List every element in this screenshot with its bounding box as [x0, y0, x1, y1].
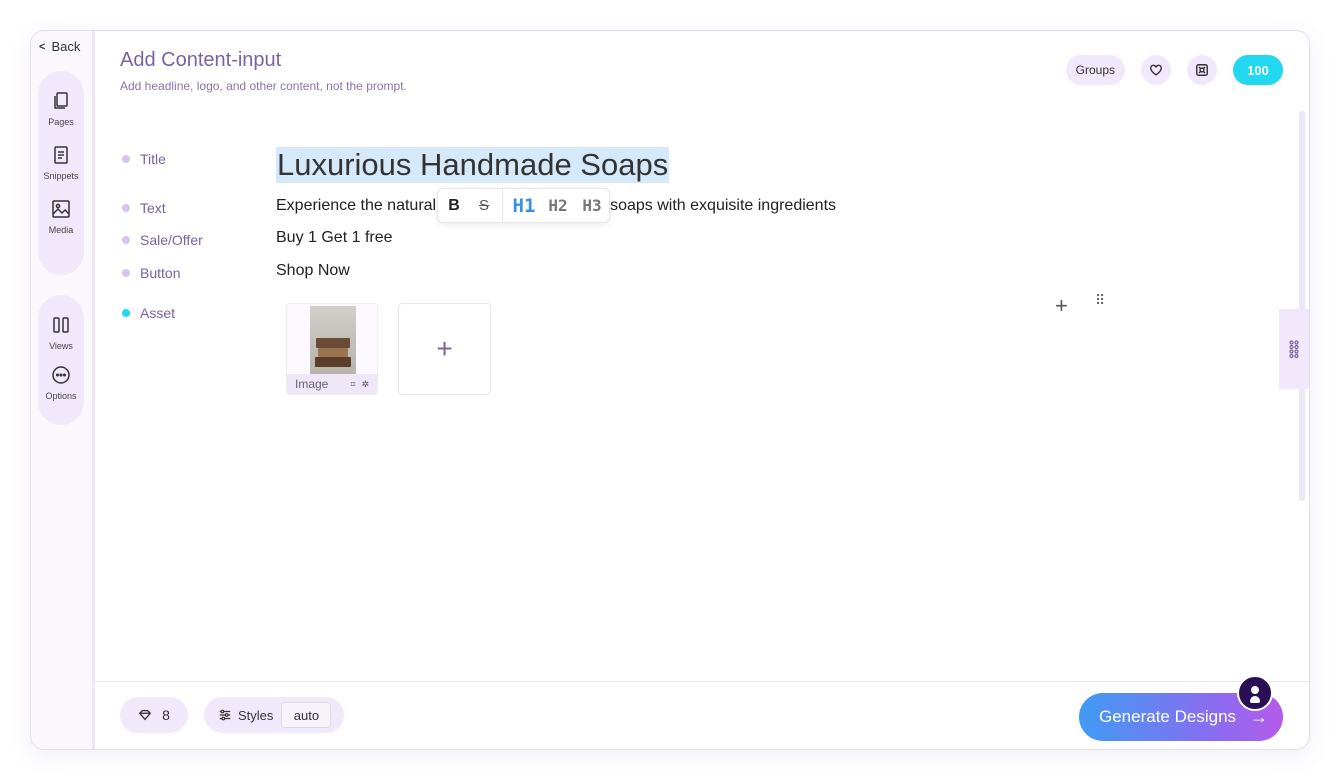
asset-footer: Image ⌗ ✲: [287, 374, 377, 394]
credits-badge[interactable]: 100: [1233, 55, 1283, 85]
options-icon: [52, 366, 70, 384]
soap-bar: [316, 338, 350, 348]
sidebar-item-label: Pages: [48, 117, 74, 127]
chevron-left-icon: <: [39, 40, 46, 53]
field-dot: [122, 236, 130, 244]
asset-image-card[interactable]: Image ⌗ ✲: [286, 303, 378, 395]
back-label: Back: [51, 39, 81, 54]
asset-type-label: Image: [295, 377, 329, 391]
heading-3-button[interactable]: H3: [575, 189, 609, 222]
page-title: Add Content-input: [120, 49, 282, 71]
bold-button[interactable]: B: [438, 189, 470, 222]
field-label-text: Sale/Offer: [140, 232, 203, 248]
sidebar-group-primary: Pages Snippets Media: [38, 71, 84, 275]
generate-label: Generate Designs: [1099, 707, 1237, 726]
header-actions: Groups 100: [1065, 55, 1283, 85]
toolbar-divider: [502, 188, 503, 223]
sidebar-item-pages[interactable]: Pages: [38, 91, 84, 127]
sidebar-item-views[interactable]: Views: [38, 315, 84, 351]
gems-count: 8: [162, 707, 170, 723]
field-label-text: Button: [140, 265, 181, 281]
sliders-icon: [219, 709, 231, 721]
favorite-button[interactable]: [1141, 55, 1171, 85]
add-row-button[interactable]: +: [1055, 293, 1068, 319]
field-dot: [122, 269, 130, 277]
assistant-avatar-button[interactable]: [1237, 675, 1273, 711]
field-label-text[interactable]: Text: [122, 200, 166, 216]
sidebar-item-label: Media: [48, 225, 74, 235]
drag-grip-icon: [1289, 340, 1299, 358]
field-label-asset[interactable]: Asset: [122, 305, 175, 321]
soap-bar: [315, 357, 351, 367]
field-dot: [122, 155, 130, 163]
heart-icon: [1150, 64, 1162, 76]
heading-2-button[interactable]: H2: [541, 189, 575, 222]
sidebar-item-label: Snippets: [43, 171, 79, 181]
styles-label: Styles: [238, 707, 274, 723]
snippets-icon: [54, 146, 68, 164]
views-icon: [53, 317, 69, 333]
crop-icon[interactable]: ⌗: [350, 379, 355, 390]
assistant-icon: [1251, 686, 1259, 694]
heading-1-button[interactable]: H1: [507, 189, 541, 222]
sidebar-group-secondary: Views Options: [38, 295, 84, 425]
side-panel-handle[interactable]: [1279, 309, 1309, 389]
strikethrough-button[interactable]: S: [470, 189, 498, 222]
sidebar-item-label: Views: [49, 341, 73, 351]
field-label-text: Title: [140, 151, 166, 167]
groups-button[interactable]: Groups: [1065, 55, 1125, 85]
format-toolbar: B S H1 H2 H3: [437, 188, 610, 223]
styles-value[interactable]: auto: [281, 702, 332, 728]
scrollbar[interactable]: [1299, 111, 1305, 501]
app-window: < Back Pages Snippets Media Views Option…: [30, 30, 1310, 750]
sidebar-item-label: Options: [45, 391, 77, 401]
pages-icon: [54, 92, 68, 109]
button-text-editor[interactable]: Shop Now: [276, 262, 350, 280]
sidebar-item-options[interactable]: Options: [38, 365, 84, 401]
sidebar: < Back Pages Snippets Media Views Option…: [31, 31, 95, 749]
soap-image-thumbnail: [310, 306, 356, 375]
add-asset-button[interactable]: +: [398, 303, 491, 395]
sale-offer-editor[interactable]: Buy 1 Get 1 free: [276, 229, 393, 247]
gems-counter[interactable]: 8: [120, 697, 188, 733]
assistant-icon-body: [1250, 696, 1260, 703]
page-subtitle: Add headline, logo, and other content, n…: [120, 79, 407, 93]
back-button[interactable]: < Back: [39, 39, 80, 54]
field-label-text: Text: [140, 200, 166, 216]
field-label-sale[interactable]: Sale/Offer: [122, 232, 203, 248]
field-label-title[interactable]: Title: [122, 151, 166, 167]
sidebar-item-snippets[interactable]: Snippets: [38, 145, 84, 181]
sidebar-item-media[interactable]: Media: [38, 199, 84, 235]
footer-divider: [95, 681, 1309, 682]
field-dot: [122, 204, 130, 212]
text-value-end: soaps with exquisite ingredients: [610, 197, 837, 214]
field-dot-active: [122, 309, 130, 317]
soap-bar: [318, 348, 348, 357]
keyboard-shortcuts-button[interactable]: [1187, 55, 1217, 85]
styles-selector[interactable]: Styles auto: [204, 697, 344, 733]
command-key-icon: [1196, 64, 1208, 76]
drag-handle-icon[interactable]: ⠿: [1095, 293, 1105, 307]
title-editor[interactable]: Luxurious Handmade Soaps: [276, 147, 670, 183]
diamond-icon: [138, 709, 152, 721]
settings-icon[interactable]: ✲: [361, 379, 369, 390]
text-value-start: Experience the natural: [276, 197, 437, 214]
field-label-text: Asset: [140, 305, 176, 321]
field-label-button[interactable]: Button: [122, 265, 180, 281]
media-icon: [52, 200, 70, 218]
